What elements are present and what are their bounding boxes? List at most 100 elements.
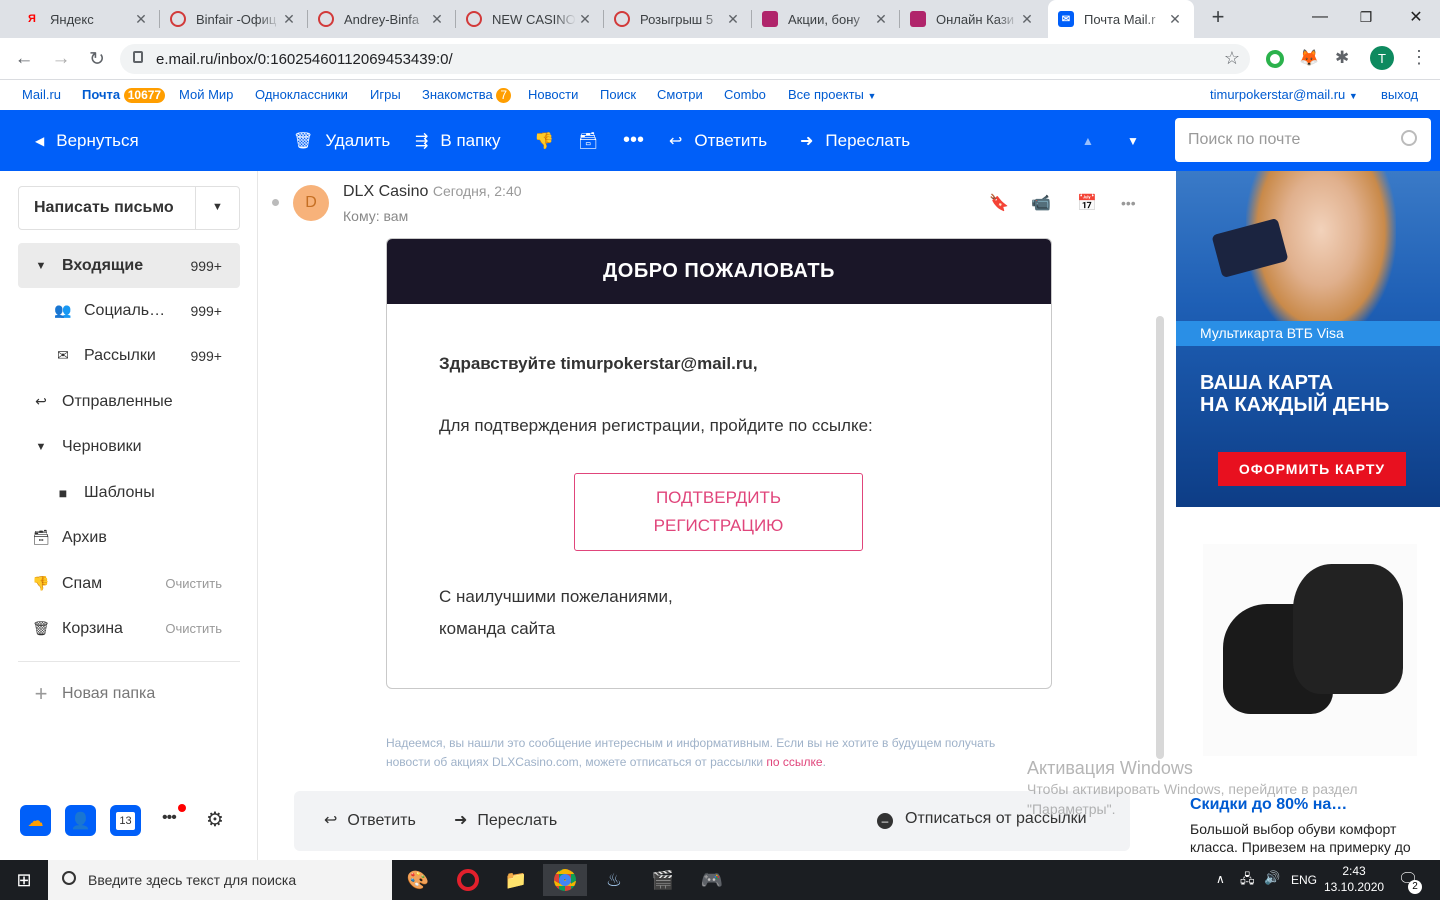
close-icon[interactable]: ✕ [576, 11, 594, 28]
more-apps-button[interactable]: ••• [162, 809, 177, 827]
nav-search[interactable]: Поиск [600, 87, 636, 102]
close-icon[interactable]: ✕ [280, 11, 298, 28]
contacts-app-icon[interactable]: 👤 [65, 805, 96, 836]
tab-promotions[interactable]: Акции, бону ✕ [752, 0, 900, 38]
metamask-fox-icon[interactable]: 🦊 [1299, 48, 1319, 68]
close-icon[interactable]: ✕ [132, 11, 150, 28]
file-explorer-icon[interactable]: 📁 [494, 864, 538, 896]
tab-yandex[interactable]: Я Яндекс ✕ [14, 0, 160, 38]
compose-button[interactable]: Написать письмо ▼ [18, 186, 240, 230]
forward-button[interactable]: ➜ Переслать [800, 110, 910, 171]
user-email-menu[interactable]: timurpokerstar@mail.ru ▼ [1210, 87, 1358, 102]
folder-templates[interactable]: ■ Шаблоны [18, 470, 240, 515]
folder-newsletters[interactable]: ✉ Рассылки 999+ [18, 333, 240, 378]
calendar-app-icon[interactable]: 13 [110, 805, 141, 836]
chrome-icon[interactable] [543, 864, 587, 896]
reload-icon[interactable]: ↻ [84, 47, 110, 71]
move-to-folder-button[interactable]: ⇶ В папку [415, 110, 500, 171]
tab-new-casino[interactable]: NEW CASINO ✕ [456, 0, 604, 38]
vtb-card-ad[interactable]: Мультикарта ВТБ Visa ВАША КАРТА НА КАЖДЫ… [1176, 171, 1440, 507]
logout-link[interactable]: выход [1381, 87, 1418, 102]
nav-mail[interactable]: Почта 10677 [82, 87, 166, 103]
back-to-inbox-button[interactable]: ◀ Вернуться [35, 110, 139, 171]
network-icon[interactable]: 🖧 [1240, 870, 1255, 892]
close-icon[interactable]: ✕ [1166, 11, 1184, 28]
unsubscribe-link[interactable]: по ссылке [766, 755, 822, 769]
ad-cta-button[interactable]: ОФОРМИТЬ КАРТУ [1218, 452, 1406, 486]
address-bar[interactable]: e.mail.ru/inbox/0:16025460112069453439:0… [120, 44, 1250, 74]
cloud-app-icon[interactable]: ☁ [20, 805, 51, 836]
nav-games[interactable]: Игры [370, 87, 401, 102]
minimize-button[interactable]: — [1296, 0, 1344, 34]
folder-drafts[interactable]: ▼ Черновики [18, 424, 240, 469]
chevron-down-icon[interactable]: ▼ [212, 201, 223, 213]
folder-inbox[interactable]: ▼ Входящие 999+ [18, 243, 240, 288]
reply-button[interactable]: ↩ Ответить [669, 110, 767, 171]
nav-combo[interactable]: Combo [724, 87, 766, 102]
quick-forward-button[interactable]: ➜ Переслать [454, 810, 557, 830]
tab-andrey-binfair[interactable]: Andrey-Binfa ✕ [308, 0, 456, 38]
taskbar-search-input[interactable]: Введите здесь текст для поиска [48, 860, 392, 900]
back-arrow-icon[interactable]: ← [11, 47, 37, 71]
nav-odnoklassniki[interactable]: Одноклассники [255, 87, 348, 102]
window-close-button[interactable]: ✕ [1392, 0, 1440, 34]
discord-icon[interactable]: 🎮 [690, 864, 734, 896]
clear-spam-button[interactable]: Очистить [165, 576, 222, 591]
bookmark-star-icon[interactable]: ☆ [1224, 48, 1240, 69]
nav-my-world[interactable]: Мой Мир [179, 87, 233, 102]
folder-spam[interactable]: 👎 Спам Очистить [18, 561, 240, 606]
browser-menu-icon[interactable]: ⋮ [1410, 47, 1428, 68]
extension-green-icon[interactable] [1266, 50, 1284, 68]
forward-arrow-icon[interactable]: → [48, 47, 74, 71]
close-icon[interactable]: ✕ [1018, 11, 1036, 28]
read-status-dot[interactable] [272, 199, 279, 206]
tab-online-casino[interactable]: Онлайн Кази ✕ [900, 0, 1046, 38]
calendar-icon[interactable]: 📅 [1077, 193, 1097, 213]
folder-archive[interactable]: 🗃 Архив [18, 515, 240, 560]
folder-trash[interactable]: 🗑 Корзина Очистить [18, 606, 240, 651]
confirm-registration-button[interactable]: ПОДТВЕРДИТЬ РЕГИСТРАЦИЮ [574, 473, 863, 551]
archive-button[interactable]: 🗃 [578, 110, 610, 171]
settings-gear-icon[interactable]: ⚙ [206, 807, 224, 832]
media-app-icon[interactable]: 🎬 [641, 864, 685, 896]
sender-name[interactable]: DLX Casino [343, 183, 428, 200]
scrollbar-thumb[interactable] [1156, 316, 1164, 759]
quick-reply-button[interactable]: ↩ Ответить [324, 810, 416, 830]
new-folder-button[interactable]: + Новая папка [18, 671, 240, 716]
mail-search-input[interactable]: Поиск по почте [1175, 118, 1431, 162]
tab-binfair[interactable]: Binfair -Офиц ✕ [160, 0, 308, 38]
language-indicator[interactable]: ENG [1291, 873, 1317, 887]
nav-all-projects[interactable]: Все проекты ▼ [788, 87, 876, 102]
extensions-puzzle-icon[interactable]: ✱ [1335, 48, 1349, 68]
close-icon[interactable]: ✕ [428, 11, 446, 28]
nav-dating[interactable]: Знакомства 7 [422, 87, 512, 103]
windows-start-icon[interactable]: ⊞ [2, 864, 46, 896]
delete-button[interactable]: 🗑 Удалить [293, 110, 390, 171]
tab-mail[interactable]: ✉ Почта Mail.r ✕ [1048, 0, 1194, 38]
profile-avatar[interactable]: T [1370, 46, 1394, 70]
tray-chevron-up-icon[interactable]: ∧ [1216, 872, 1225, 886]
previous-message-button[interactable]: ▲ [1082, 110, 1094, 171]
opera-icon[interactable] [446, 864, 490, 896]
clock[interactable]: 2:43 13.10.2020 [1324, 863, 1384, 895]
nav-watch[interactable]: Смотри [657, 87, 703, 102]
more-dots-icon[interactable]: ••• [1121, 195, 1136, 211]
paint-app-icon[interactable]: 🎨 [396, 864, 440, 896]
close-icon[interactable]: ✕ [724, 11, 742, 28]
more-button[interactable]: ••• [623, 110, 644, 171]
next-message-button[interactable]: ▼ [1127, 110, 1139, 171]
nav-news[interactable]: Новости [528, 87, 578, 102]
clear-trash-button[interactable]: Очистить [165, 621, 222, 636]
video-call-icon[interactable]: 📹 [1031, 193, 1051, 213]
spam-button[interactable]: 👎 [534, 110, 566, 171]
folder-sent[interactable]: ↩ Отправленные [18, 379, 240, 424]
tab-raffle[interactable]: Розыгрыш 5 ✕ [604, 0, 752, 38]
volume-icon[interactable]: 🔊 [1264, 870, 1280, 886]
close-icon[interactable]: ✕ [872, 11, 890, 28]
nav-mailru[interactable]: Mail.ru [22, 87, 61, 102]
new-tab-button[interactable]: + [1196, 0, 1240, 34]
maximize-button[interactable]: ❐ [1342, 0, 1390, 34]
bookmark-icon[interactable]: 🔖 [989, 193, 1009, 213]
steam-icon[interactable]: ♨ [592, 864, 636, 896]
folder-social[interactable]: 👥 Социаль… 999+ [18, 288, 240, 333]
